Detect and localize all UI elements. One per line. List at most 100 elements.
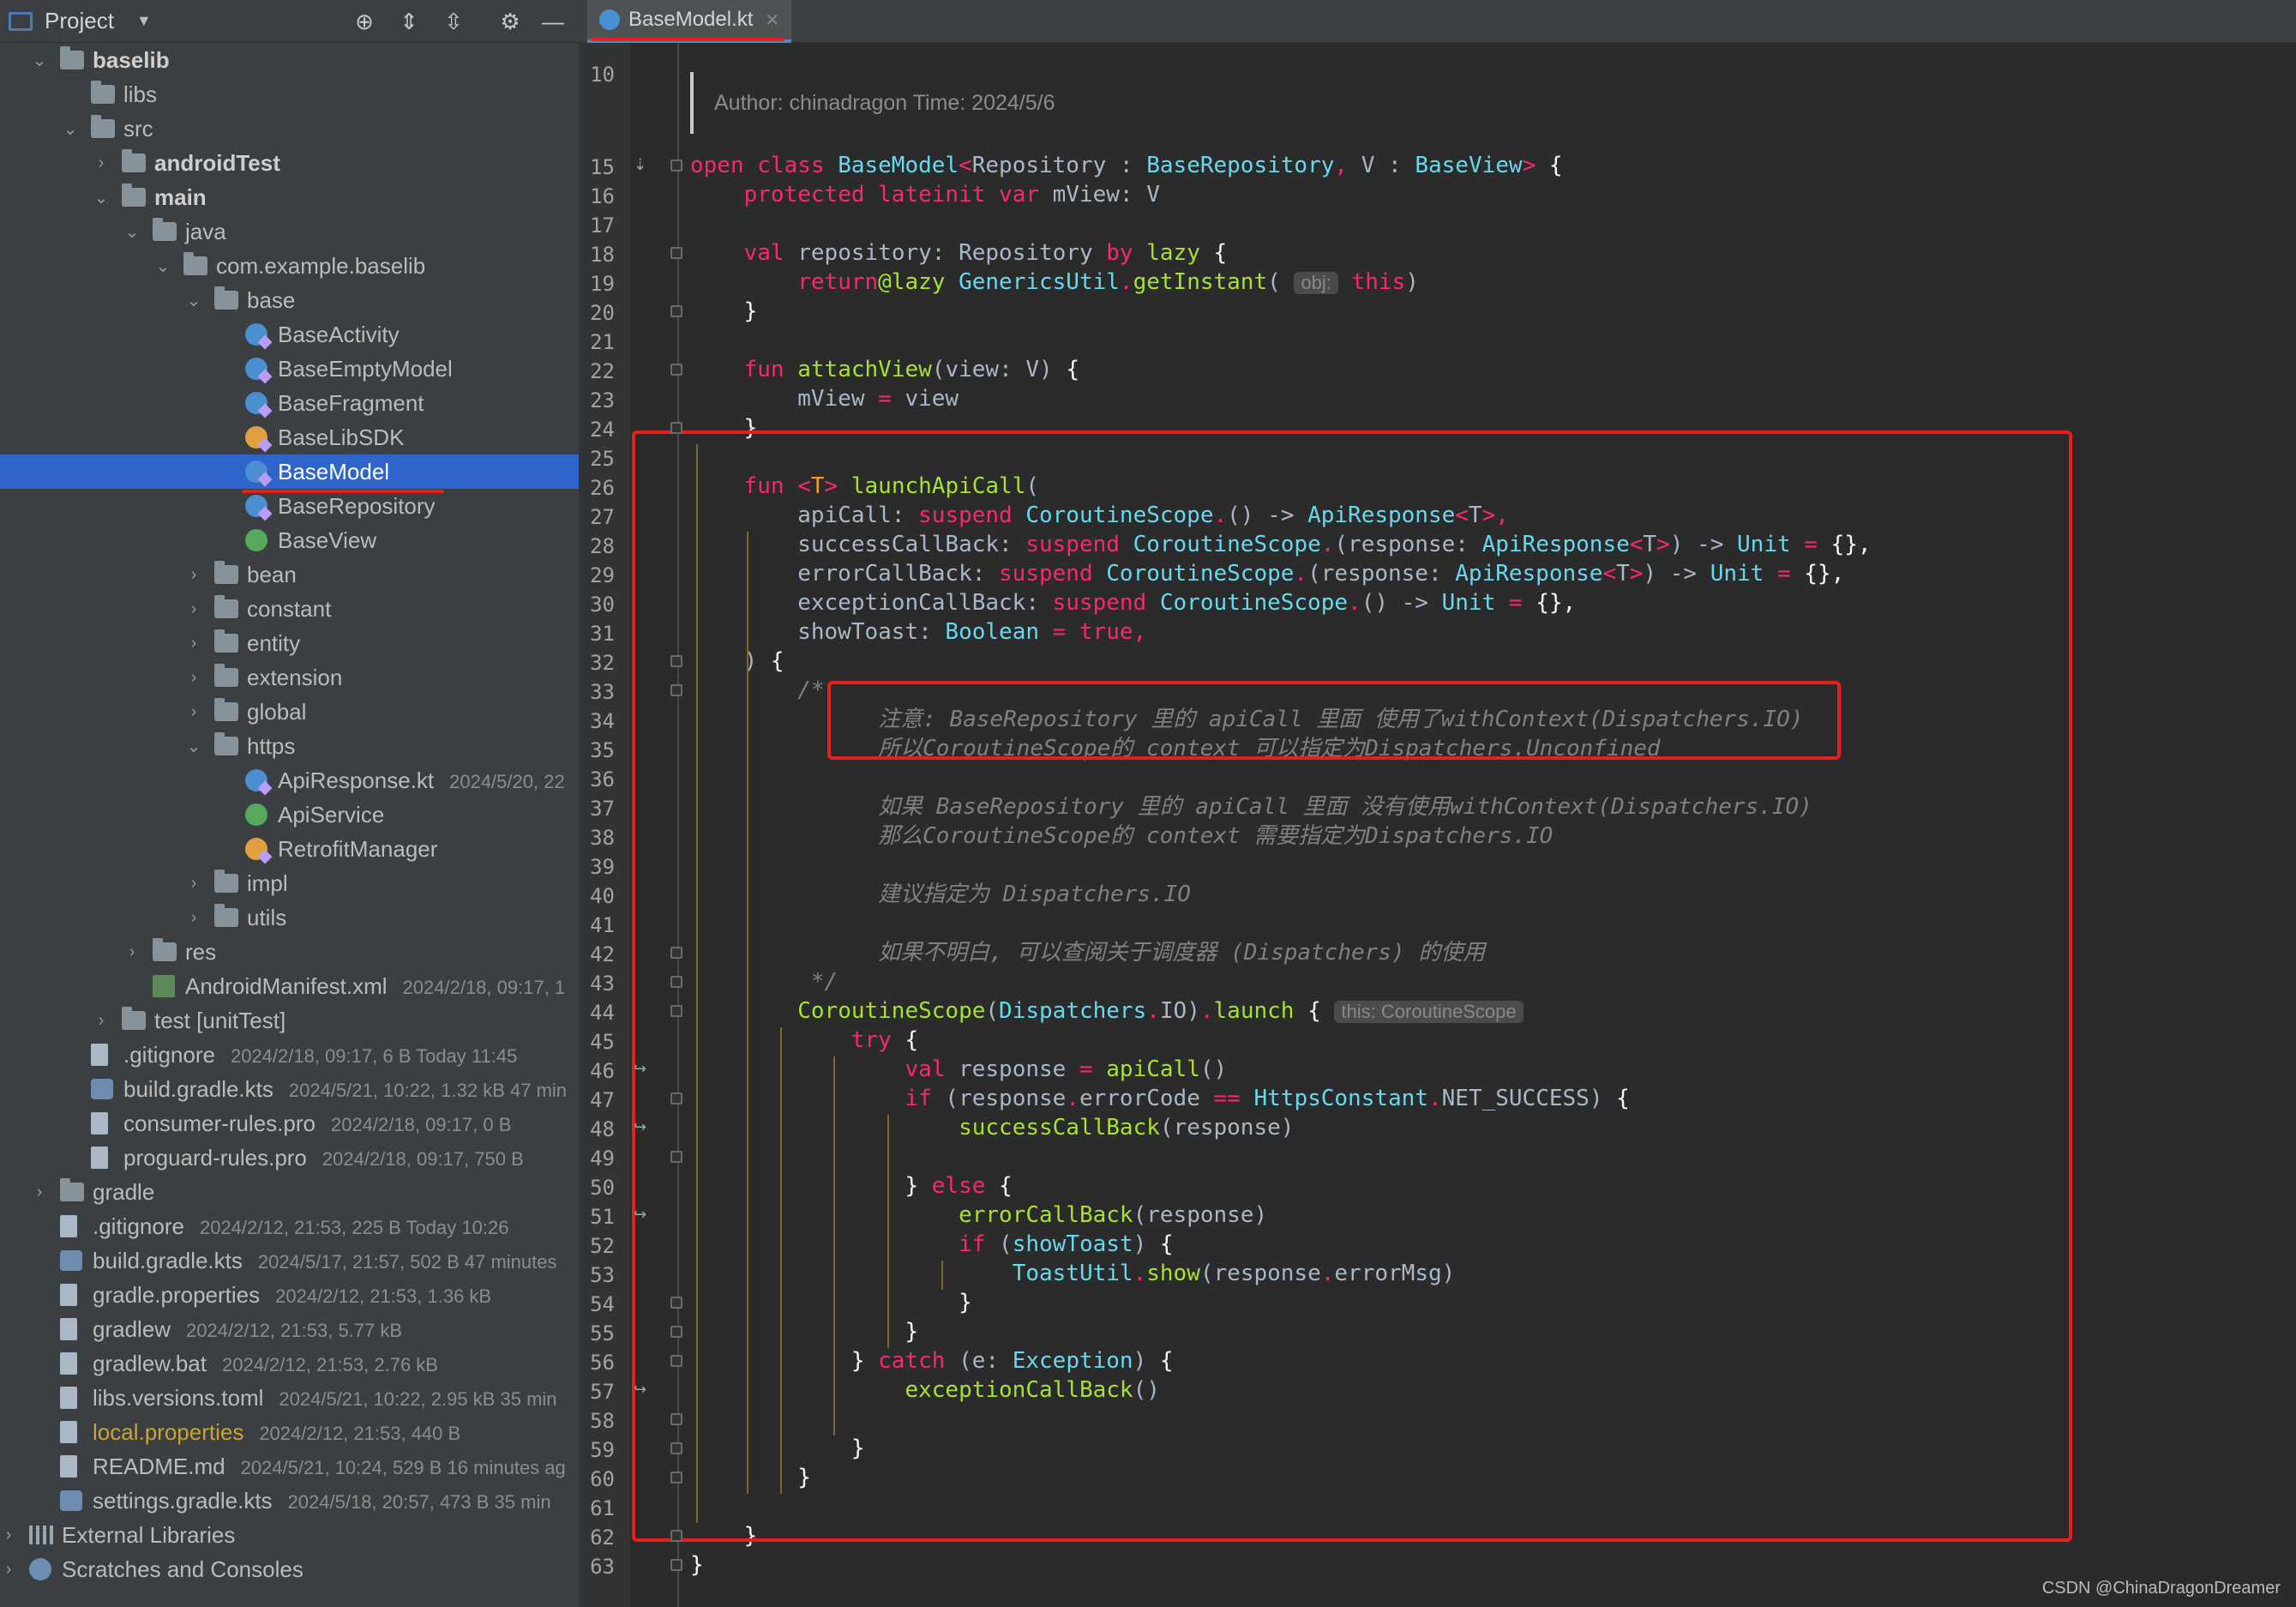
tree-item[interactable]: › utils (0, 900, 579, 935)
fold-marker-icon[interactable] (670, 364, 682, 376)
close-icon[interactable]: ✕ (765, 9, 779, 31)
chevron-right-icon[interactable]: › (0, 1526, 17, 1545)
tree-item[interactable]: libs.versions.toml 2024/5/21, 10:22, 2.95… (0, 1381, 579, 1415)
fold-marker-icon[interactable] (670, 1442, 682, 1454)
fold-marker-icon[interactable] (670, 1413, 682, 1425)
tree-item[interactable]: BaseLibSDK (0, 420, 579, 454)
fold-marker-icon[interactable] (670, 947, 682, 959)
fold-marker-icon[interactable] (670, 655, 682, 667)
chevron-right-icon[interactable]: › (123, 942, 141, 962)
tree-item[interactable]: RetrofitManager (0, 832, 579, 866)
tree-item[interactable]: BaseView (0, 523, 579, 557)
tree-item[interactable]: BaseActivity (0, 317, 579, 352)
tree-item[interactable]: gradlew 2024/2/12, 21:53, 5.77 kB (0, 1312, 579, 1346)
tree-item[interactable]: libs (0, 77, 579, 111)
chevron-right-icon[interactable]: › (93, 1011, 110, 1031)
tree-item[interactable]: gradle.properties 2024/2/12, 21:53, 1.36 … (0, 1278, 579, 1312)
chevron-down-icon[interactable]: ⌄ (62, 118, 79, 140)
tree-item[interactable]: › global (0, 695, 579, 729)
fold-marker-icon[interactable] (670, 1092, 682, 1104)
fold-marker-icon[interactable] (670, 1297, 682, 1309)
tree-item[interactable]: .gitignore 2024/2/18, 09:17, 6 B Today 11… (0, 1038, 579, 1072)
tree-item[interactable]: ⌄ java (0, 214, 579, 249)
fold-marker-icon[interactable] (670, 976, 682, 988)
tree-item[interactable]: › External Libraries (0, 1518, 579, 1552)
chevron-right-icon[interactable]: › (185, 874, 202, 894)
tree-item[interactable]: › constant (0, 592, 579, 626)
fold-marker-icon[interactable] (670, 1472, 682, 1484)
suspend-call-icon[interactable]: ↪ (634, 1381, 646, 1399)
code-line[interactable]: } (690, 297, 758, 326)
tree-item[interactable]: BaseModel (0, 454, 579, 489)
chevron-down-icon[interactable]: ⌄ (93, 187, 110, 208)
tree-item[interactable]: build.gradle.kts 2024/5/21, 10:22, 1.32 k… (0, 1072, 579, 1106)
code-line[interactable]: fun attachView(view: V) { (690, 355, 1079, 384)
code-line[interactable]: } (690, 1550, 704, 1580)
fold-marker-icon[interactable] (670, 305, 682, 317)
project-panel-title[interactable]: Project (45, 8, 114, 34)
tree-item[interactable]: › bean (0, 557, 579, 592)
tree-item[interactable]: ApiService (0, 797, 579, 832)
tree-item[interactable]: .gitignore 2024/2/12, 21:53, 225 B Today … (0, 1209, 579, 1243)
fold-marker-icon[interactable] (670, 422, 682, 434)
chevron-right-icon[interactable]: › (185, 668, 202, 688)
tree-item[interactable]: README.md 2024/5/21, 10:24, 529 B 16 minu… (0, 1449, 579, 1484)
suspend-call-icon[interactable]: ↪ (634, 1118, 646, 1136)
chevron-right-icon[interactable]: › (185, 565, 202, 585)
code-line[interactable]: mView = view (690, 384, 959, 413)
tree-item[interactable]: consumer-rules.pro 2024/2/18, 09:17, 0 B (0, 1106, 579, 1141)
tree-item[interactable]: BaseFragment (0, 386, 579, 420)
tree-item[interactable]: ⌄ base (0, 283, 579, 317)
tree-item[interactable]: ⌄ src (0, 111, 579, 146)
chevron-down-icon[interactable]: ⌄ (154, 256, 171, 277)
chevron-down-icon[interactable]: ⌄ (123, 221, 141, 243)
tree-item[interactable]: › entity (0, 626, 579, 660)
tree-item[interactable]: ⌄ https (0, 729, 579, 763)
code-line[interactable]: protected lateinit var mView: V (690, 180, 1160, 209)
tree-item[interactable]: BaseEmptyModel (0, 352, 579, 386)
chevron-right-icon[interactable]: › (0, 1560, 17, 1580)
tree-item[interactable]: settings.gradle.kts 2024/5/18, 20:57, 473… (0, 1484, 579, 1518)
suspend-call-icon[interactable]: ↪ (634, 1206, 646, 1224)
chevron-down-icon[interactable]: ⌄ (185, 290, 202, 311)
chevron-right-icon[interactable]: › (185, 599, 202, 619)
minimize-icon[interactable]: — (538, 7, 568, 36)
fold-marker-icon[interactable] (670, 1005, 682, 1017)
locate-icon[interactable]: ⊕ (350, 7, 379, 36)
fold-marker-icon[interactable] (670, 1355, 682, 1367)
tree-item[interactable]: AndroidManifest.xml 2024/2/18, 09:17, 1 (0, 969, 579, 1003)
tree-item[interactable]: › extension (0, 660, 579, 695)
chevron-down-icon[interactable]: ⌄ (31, 50, 48, 71)
fold-marker-icon[interactable] (670, 684, 682, 696)
implemented-icon[interactable]: ⇣ (634, 156, 646, 174)
fold-marker-icon[interactable] (670, 1559, 682, 1571)
tree-item[interactable]: ApiResponse.kt 2024/5/20, 22 (0, 763, 579, 797)
tree-item[interactable]: › Scratches and Consoles (0, 1552, 579, 1586)
suspend-call-icon[interactable]: ↪ (634, 1060, 646, 1078)
fold-marker-icon[interactable] (670, 247, 682, 259)
tree-item[interactable]: › impl (0, 866, 579, 900)
tree-item[interactable]: proguard-rules.pro 2024/2/18, 09:17, 750 … (0, 1141, 579, 1175)
code-line[interactable]: open class BaseModel<Repository : BaseRe… (690, 151, 1563, 180)
fold-marker-icon[interactable] (670, 1326, 682, 1338)
tree-item[interactable]: › res (0, 935, 579, 969)
tree-item[interactable]: › gradle (0, 1175, 579, 1209)
chevron-right-icon[interactable]: › (31, 1183, 48, 1202)
tree-item[interactable]: gradlew.bat 2024/2/12, 21:53, 2.76 kB (0, 1346, 579, 1381)
tree-item[interactable]: ⌄ baselib (0, 43, 579, 77)
chevron-right-icon[interactable]: › (185, 702, 202, 722)
chevron-right-icon[interactable]: › (185, 634, 202, 653)
fold-marker-icon[interactable] (670, 1151, 682, 1163)
tree-item[interactable]: BaseRepository (0, 489, 579, 523)
tree-item[interactable]: › androidTest (0, 146, 579, 180)
code-line[interactable]: return@lazy GenericsUtil.getInstant( obj… (690, 268, 1419, 297)
tree-item[interactable]: ⌄ main (0, 180, 579, 214)
code-line[interactable]: val repository: Repository by lazy { (690, 238, 1228, 268)
expand-all-icon[interactable]: ⇕ (394, 7, 424, 36)
tree-item[interactable]: local.properties 2024/2/12, 21:53, 440 B (0, 1415, 579, 1449)
tab-basemodel[interactable]: BaseModel.kt ✕ (587, 0, 792, 43)
gear-icon[interactable]: ⚙ (496, 7, 525, 36)
chevron-right-icon[interactable]: › (185, 908, 202, 928)
chevron-down-icon[interactable]: ⌄ (185, 736, 202, 757)
chevron-down-icon[interactable]: ▼ (136, 12, 152, 30)
